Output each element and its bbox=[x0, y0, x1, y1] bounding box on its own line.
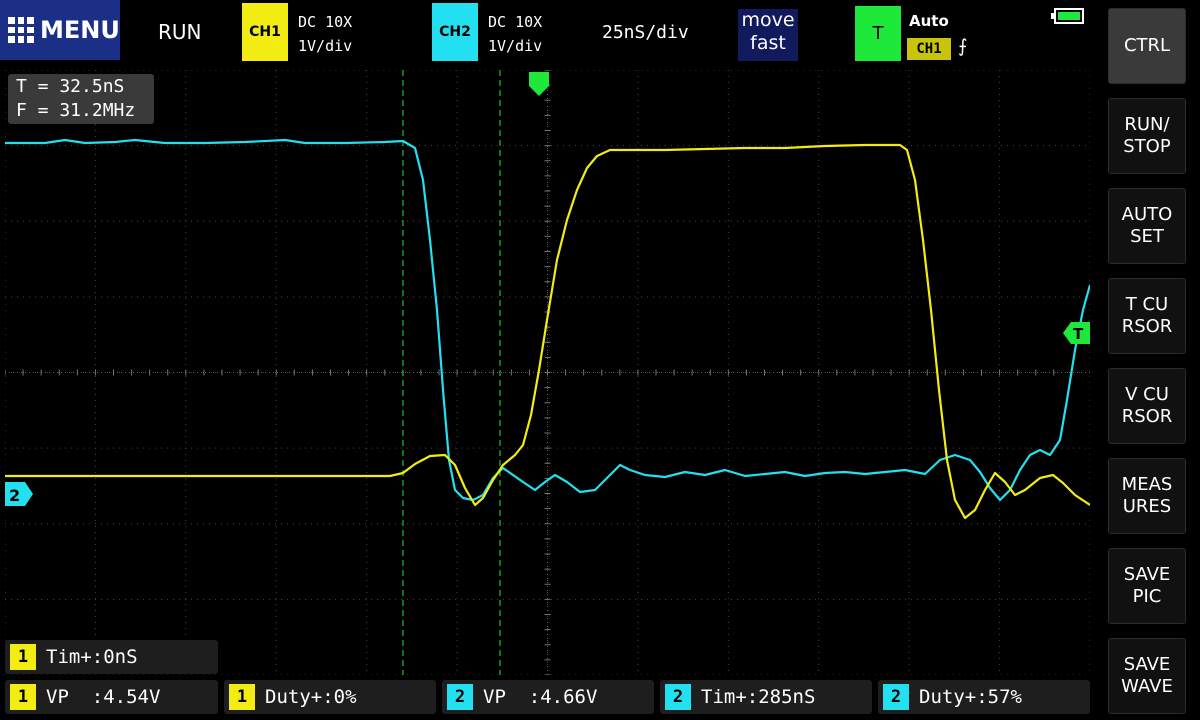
waveform-canvas: 2T bbox=[5, 70, 1090, 675]
cursor-frequency: F = 31.2MHz bbox=[16, 100, 136, 121]
sidebar-button-tcursor[interactable]: T CU RSOR bbox=[1108, 278, 1186, 354]
trigger-mode[interactable]: Auto bbox=[909, 12, 949, 30]
measurement-value: Tim+:285nS bbox=[701, 686, 816, 708]
run-state[interactable]: RUN bbox=[158, 20, 202, 44]
cursor-readout: T = 32.5nS F = 31.2MHz bbox=[8, 74, 154, 124]
measurement-ch1-0[interactable]: 1 Tim+:0nS bbox=[5, 640, 218, 674]
sidebar-button-savewave[interactable]: SAVE WAVE bbox=[1108, 638, 1186, 714]
measurement-value: VP :4.66V bbox=[483, 686, 598, 708]
measurement-ch2-5[interactable]: 2 Duty+:57% bbox=[878, 680, 1090, 714]
sidebar-button-savepic[interactable]: SAVE PIC bbox=[1108, 548, 1186, 624]
measurement-value: Tim+:0nS bbox=[46, 646, 138, 668]
cursor-period: T = 32.5nS bbox=[16, 76, 125, 97]
ch2-ground-label: 2 bbox=[9, 486, 20, 505]
measurement-ch2-4[interactable]: 2 Tim+:285nS bbox=[660, 680, 872, 714]
trigger-level-label: T bbox=[1073, 325, 1084, 343]
measurement-value: VP :4.54V bbox=[46, 686, 161, 708]
control-sidebar: CTRL RUN/ STOP AUTO SET T CU RSOR V CU RSOR M… bbox=[1100, 0, 1200, 720]
rising-edge-icon: ⨍ bbox=[958, 36, 968, 57]
measurement-ch1-2[interactable]: 1 Duty+:0% bbox=[224, 680, 436, 714]
status-bar: MENU RUN CH1 DC 10X 1V/div CH2 DC 10X 1V/d… bbox=[0, 0, 1090, 62]
channel-number-badge: 1 bbox=[10, 644, 36, 670]
sidebar-button-measures[interactable]: MEAS URES bbox=[1108, 458, 1186, 534]
sidebar-button-vcursor[interactable]: V CU RSOR bbox=[1108, 368, 1186, 444]
sidebar-button-runstop[interactable]: RUN/ STOP bbox=[1108, 98, 1186, 174]
measurement-value: Duty+:57% bbox=[919, 686, 1022, 708]
ch2-scale: 1V/div bbox=[488, 37, 543, 55]
battery-icon bbox=[1051, 8, 1084, 24]
ch1-coupling: DC 10X bbox=[298, 13, 353, 31]
move-mode-button[interactable]: move fast bbox=[738, 9, 798, 61]
sidebar-button-ctrl[interactable]: CTRL bbox=[1108, 8, 1186, 84]
menu-button[interactable]: MENU bbox=[0, 0, 120, 60]
ch1-settings[interactable]: DC 10X 1V/div bbox=[298, 10, 352, 58]
ch1-badge[interactable]: CH1 bbox=[242, 3, 288, 61]
channel-number-badge: 2 bbox=[883, 684, 909, 710]
ch2-coupling: DC 10X bbox=[488, 13, 543, 31]
trigger-source[interactable]: CH1 bbox=[907, 38, 951, 60]
trigger-position-marker bbox=[529, 72, 549, 96]
sidebar-button-autoset[interactable]: AUTO SET bbox=[1108, 188, 1186, 264]
timebase[interactable]: 25nS/div bbox=[602, 22, 689, 43]
channel-number-badge: 2 bbox=[447, 684, 473, 710]
trigger-badge[interactable]: T bbox=[855, 6, 901, 61]
battery-level-fill bbox=[1058, 12, 1080, 20]
channel-number-badge: 2 bbox=[665, 684, 691, 710]
menu-grid-icon bbox=[8, 17, 34, 43]
ch2-settings[interactable]: DC 10X 1V/div bbox=[488, 10, 542, 58]
measurement-value: Duty+:0% bbox=[265, 686, 357, 708]
move-mode-label: move fast bbox=[741, 9, 795, 54]
waveform-display[interactable]: 2T bbox=[5, 70, 1090, 675]
channel-number-badge: 1 bbox=[229, 684, 255, 710]
measurement-ch2-3[interactable]: 2 VP :4.66V bbox=[442, 680, 654, 714]
ch1-scale: 1V/div bbox=[298, 37, 353, 55]
menu-label: MENU bbox=[40, 16, 120, 44]
ch2-badge[interactable]: CH2 bbox=[432, 3, 478, 61]
channel-number-badge: 1 bbox=[10, 684, 36, 710]
measurement-ch1-1[interactable]: 1 VP :4.54V bbox=[5, 680, 218, 714]
